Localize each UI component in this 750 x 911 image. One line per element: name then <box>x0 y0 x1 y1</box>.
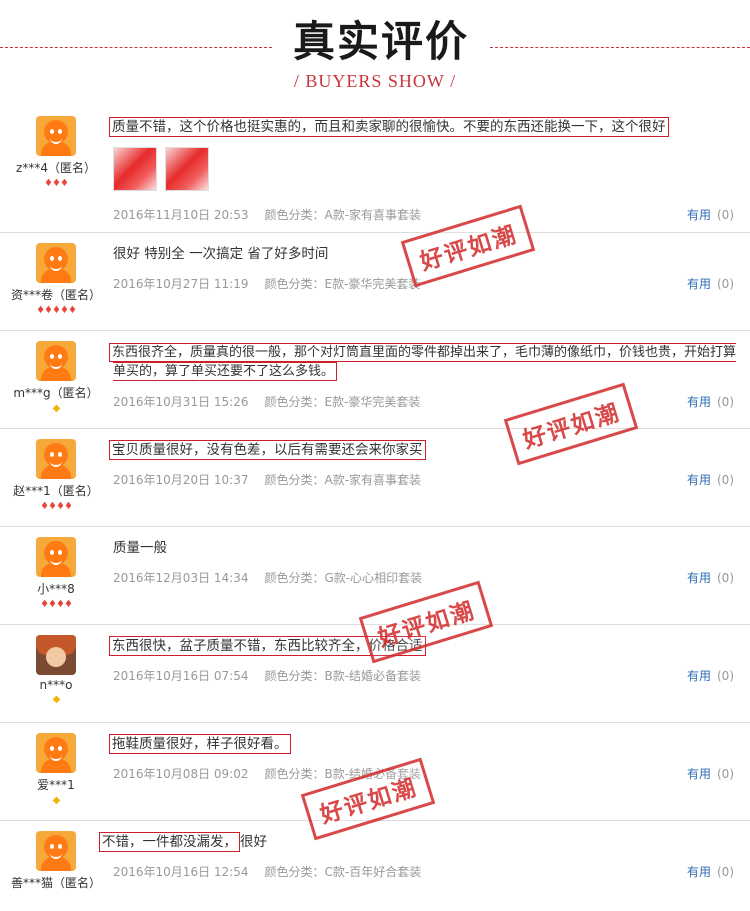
reviewer: 爱***1 ◆ <box>10 733 102 806</box>
reviewer-name: m***g（匿名） <box>13 386 99 400</box>
review-comment: 宝贝质量很好，没有色差，以后有需要还会来你家买 <box>109 440 426 460</box>
avatar[interactable] <box>36 116 76 156</box>
review-comment: 不错，一件都没漏发， 很好 <box>99 832 742 852</box>
reviewer-name: n***o <box>39 678 73 692</box>
reviewer: z***4（匿名） ♦♦♦ <box>10 116 102 189</box>
avatar[interactable] <box>36 733 76 773</box>
useful-label[interactable]: 有用 <box>687 571 711 585</box>
useful-button[interactable]: 有用 (0) <box>687 393 734 410</box>
avatar[interactable] <box>36 243 76 283</box>
useful-label[interactable]: 有用 <box>687 767 711 781</box>
useful-count: (0) <box>717 277 734 291</box>
reviewer-name: z***4（匿名） <box>16 161 96 175</box>
review-meta: 2016年10月16日 12:54 颜色分类：C款-百年好合套装 <box>113 863 421 880</box>
review-sku: 颜色分类：C款-百年好合套装 <box>264 865 422 879</box>
review-item: 善***猫（匿名） 不错，一件都没漏发， 很好 2016年10月16日 12:54… <box>0 821 750 911</box>
review-meta: 2016年10月20日 10:37 颜色分类：A款-家有喜事套装 <box>113 471 421 488</box>
review-date: 2016年12月03日 14:34 <box>113 571 249 585</box>
reviewer-name: 赵***1（匿名） <box>13 484 99 498</box>
review-date: 2016年11月10日 20:53 <box>113 208 249 222</box>
review-comment: 东西很齐全，质量真的很一般，那个对灯筒直里面的零件都掉出来了，毛巾薄的像纸巾，价… <box>109 343 737 381</box>
reviewer: 小***8 ♦♦♦♦ <box>10 537 102 610</box>
review-photos <box>113 147 742 195</box>
reviewer: m***g（匿名） ◆ <box>10 341 102 414</box>
section-header: 真实评价 / BUYERS SHOW / <box>0 0 750 100</box>
avatar[interactable] <box>36 635 76 675</box>
review-item: 资***卷（匿名） ♦♦♦♦♦ 很好 特别全 一次搞定 省了好多时间 2016年… <box>0 233 750 331</box>
reviewer: 资***卷（匿名） ♦♦♦♦♦ <box>10 243 102 316</box>
useful-button[interactable]: 有用 (0) <box>687 275 734 292</box>
useful-count: (0) <box>717 865 734 879</box>
review-comment-tail: 很好 <box>240 834 267 850</box>
useful-label[interactable]: 有用 <box>687 208 711 222</box>
useful-count: (0) <box>717 571 734 585</box>
review-photo-thumbnail[interactable] <box>113 147 157 191</box>
reviewer-rank-icon: ◆ <box>52 795 61 806</box>
header-divider-left <box>0 47 272 48</box>
useful-button[interactable]: 有用 (0) <box>687 863 734 880</box>
useful-label[interactable]: 有用 <box>687 865 711 879</box>
review-meta: 2016年10月16日 07:54 颜色分类：B款-结婚必备套装 <box>113 667 421 684</box>
review-meta: 2016年11月10日 20:53 颜色分类：A款-家有喜事套装 <box>113 206 421 223</box>
useful-count: (0) <box>717 767 734 781</box>
review-photo-thumbnail[interactable] <box>165 147 209 191</box>
reviewer-rank-icon: ♦♦♦ <box>44 178 69 189</box>
reviewer-rank-icon: ♦♦♦♦ <box>40 501 73 512</box>
review-sku: 颜色分类：A款-家有喜事套装 <box>264 208 422 222</box>
review-date: 2016年10月31日 15:26 <box>113 395 249 409</box>
review-sku: 颜色分类：E款-豪华完美套装 <box>264 395 421 409</box>
reviewer: 善***猫（匿名） <box>10 831 102 891</box>
review-meta: 2016年10月27日 11:19 颜色分类：E款-豪华完美套装 <box>113 275 420 292</box>
avatar[interactable] <box>36 341 76 381</box>
useful-count: (0) <box>717 395 734 409</box>
useful-button[interactable]: 有用 (0) <box>687 471 734 488</box>
review-comment-highlight: 不错，一件都没漏发， <box>99 832 240 852</box>
useful-label[interactable]: 有用 <box>687 395 711 409</box>
useful-button[interactable]: 有用 (0) <box>687 765 734 782</box>
useful-label[interactable]: 有用 <box>687 473 711 487</box>
page-subtitle: / BUYERS SHOW / <box>293 71 457 91</box>
avatar[interactable] <box>36 439 76 479</box>
useful-label[interactable]: 有用 <box>687 669 711 683</box>
review-item: z***4（匿名） ♦♦♦ 质量不错，这个价格也挺实惠的，而且和卖家聊的很愉快。… <box>0 106 750 233</box>
review-sku: 颜色分类：E款-豪华完美套装 <box>264 277 421 291</box>
reviewer: n***o ◆ <box>10 635 102 705</box>
useful-count: (0) <box>717 208 734 222</box>
page-title: 真实评价 <box>292 17 469 66</box>
useful-label[interactable]: 有用 <box>687 277 711 291</box>
review-date: 2016年10月20日 10:37 <box>113 473 249 487</box>
review-date: 2016年10月16日 12:54 <box>113 865 249 879</box>
review-comment: 拖鞋质量很好，样子很好看。 <box>109 734 291 754</box>
reviewer-rank-icon: ◆ <box>52 403 61 414</box>
reviewer-name: 小***8 <box>37 582 75 596</box>
avatar[interactable] <box>36 831 76 871</box>
review-comment: 质量一般 <box>113 540 167 556</box>
review-date: 2016年10月16日 07:54 <box>113 669 249 683</box>
review-item: 赵***1（匿名） ♦♦♦♦ 宝贝质量很好，没有色差，以后有需要还会来你家买 2… <box>0 429 750 527</box>
reviewer-rank-icon: ◆ <box>52 694 61 705</box>
review-sku: 颜色分类：G款-心心相印套装 <box>264 571 423 585</box>
review-comment: 质量不错，这个价格也挺实惠的，而且和卖家聊的很愉快。不要的东西还能换一下，这个很… <box>109 117 669 137</box>
useful-button[interactable]: 有用 (0) <box>687 569 734 586</box>
useful-count: (0) <box>717 669 734 683</box>
reviewer-name: 爱***1 <box>37 778 75 792</box>
reviewer: 赵***1（匿名） ♦♦♦♦ <box>10 439 102 512</box>
review-item: m***g（匿名） ◆ 东西很齐全，质量真的很一般，那个对灯筒直里面的零件都掉出… <box>0 331 750 429</box>
review-item: 小***8 ♦♦♦♦ 质量一般 2016年12月03日 14:34 颜色分类：G款… <box>0 527 750 625</box>
reviewer-rank-icon: ♦♦♦♦♦ <box>36 305 77 316</box>
header-divider-right <box>490 47 750 48</box>
review-date: 2016年10月27日 11:19 <box>113 277 249 291</box>
reviewer-name: 善***猫（匿名） <box>10 876 101 890</box>
review-sku: 颜色分类：A款-家有喜事套装 <box>264 473 422 487</box>
reviewer-name: 资***卷（匿名） <box>10 288 101 302</box>
useful-button[interactable]: 有用 (0) <box>687 667 734 684</box>
avatar[interactable] <box>36 537 76 577</box>
review-meta: 2016年12月03日 14:34 颜色分类：G款-心心相印套装 <box>113 569 422 586</box>
reviewer-rank-icon: ♦♦♦♦ <box>40 599 73 610</box>
review-sku: 颜色分类：B款-结婚必备套装 <box>264 669 422 683</box>
useful-count: (0) <box>717 473 734 487</box>
review-meta: 2016年10月31日 15:26 颜色分类：E款-豪华完美套装 <box>113 393 420 410</box>
useful-button[interactable]: 有用 (0) <box>687 206 734 223</box>
review-date: 2016年10月08日 09:02 <box>113 767 249 781</box>
